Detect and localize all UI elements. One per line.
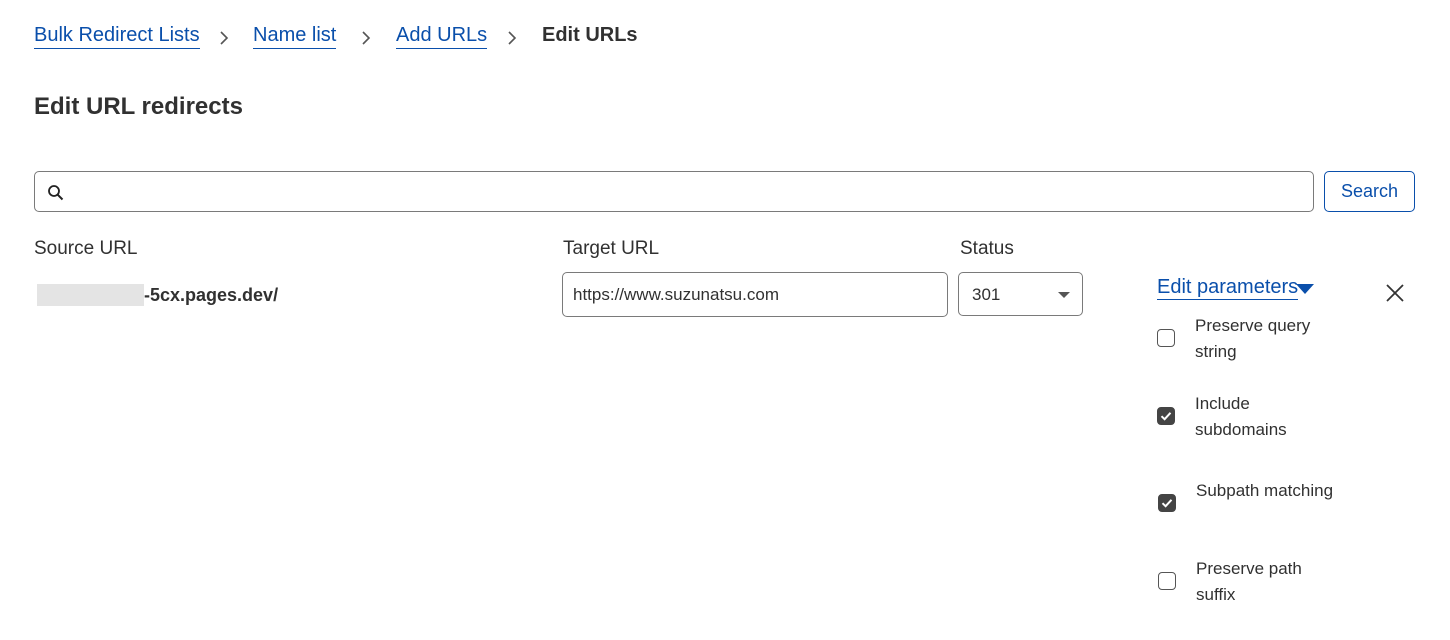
status-select-value: 301 [972, 285, 1001, 304]
search-button[interactable]: Search [1324, 171, 1415, 212]
checkbox-label-preserve-path-suffix: Preserve path suffix [1196, 559, 1302, 604]
checkbox-label-subpath-matching: Subpath matching [1196, 481, 1334, 500]
breadcrumb-current: Edit URLs [542, 24, 638, 46]
edit-parameters-toggle[interactable]: Edit parameters [1157, 276, 1299, 300]
breadcrumb-name-list[interactable]: Name list [253, 24, 337, 49]
column-header-status: Status [960, 238, 1014, 259]
checkbox-include-subdomains[interactable] [1157, 407, 1175, 425]
breadcrumb-add-urls[interactable]: Add URLs [396, 24, 488, 49]
checkbox-preserve-path-suffix[interactable] [1158, 572, 1176, 590]
checkbox-preserve-query-string[interactable] [1157, 329, 1175, 347]
column-header-target-url: Target URL [563, 238, 660, 259]
caret-down-icon [1058, 292, 1070, 298]
chevron-right-icon [362, 31, 371, 45]
checkbox-label-preserve-query-string: Preserve query string [1195, 316, 1311, 361]
checkbox-label-include-subdomains: Include subdomains [1195, 394, 1287, 439]
search-input[interactable] [75, 178, 1295, 206]
redacted-source-prefix [37, 284, 144, 306]
column-header-source-url: Source URL [34, 238, 138, 259]
checkmark-icon [1160, 412, 1172, 421]
status-select[interactable]: 301 [958, 272, 1083, 316]
caret-down-icon[interactable] [1296, 284, 1314, 294]
page-title: Edit URL redirects [34, 93, 243, 120]
chevron-right-icon [220, 31, 229, 45]
checkmark-icon [1161, 499, 1173, 508]
source-url-text: -5cx.pages.dev/ [144, 285, 279, 305]
breadcrumb-bulk-redirect-lists[interactable]: Bulk Redirect Lists [34, 24, 200, 49]
close-icon[interactable] [1384, 282, 1406, 304]
chevron-right-icon [508, 31, 517, 45]
search-icon [48, 185, 64, 201]
target-url-input[interactable] [562, 272, 948, 317]
checkbox-subpath-matching[interactable] [1158, 494, 1176, 512]
search-field[interactable] [34, 171, 1314, 212]
